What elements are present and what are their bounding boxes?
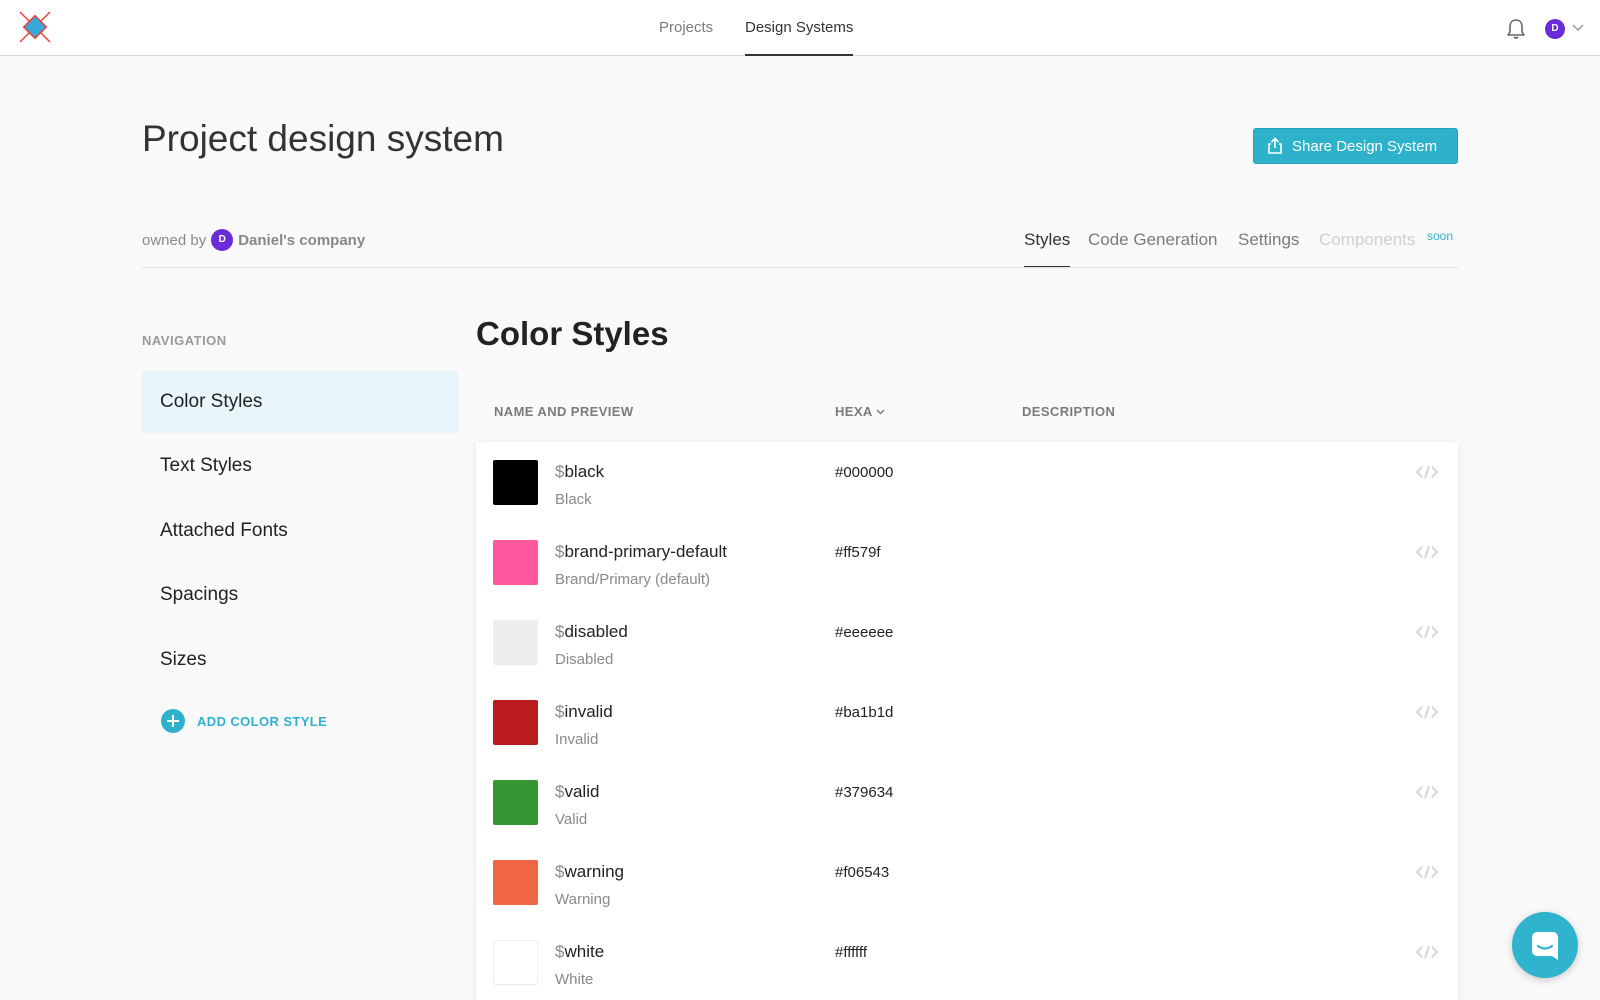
tab-code-generation[interactable]: Code Generation <box>1088 222 1217 268</box>
user-avatar[interactable]: D <box>1545 19 1565 39</box>
sidebar-item-color-styles[interactable]: Color Styles <box>142 371 458 433</box>
code-icon[interactable] <box>1416 944 1438 960</box>
column-header-name: NAME AND PREVIEW <box>494 404 634 419</box>
tab-components: Components <box>1319 230 1416 249</box>
color-swatch <box>493 860 538 905</box>
owner-name[interactable]: Daniel's company <box>238 232 365 249</box>
variable-name: $invalid <box>555 702 613 722</box>
color-swatch <box>493 540 538 585</box>
hex-value: #000000 <box>835 464 894 481</box>
style-display-name: Valid <box>555 811 588 828</box>
soon-badge: soon <box>1427 229 1454 243</box>
hex-value: #379634 <box>835 784 894 801</box>
table-row[interactable]: $disabled Disabled #eeeeee <box>476 602 1458 682</box>
hex-value: #ba1b1d <box>835 704 894 721</box>
sidebar-item-attached-fonts[interactable]: Attached Fonts <box>142 500 458 562</box>
style-display-name: Warning <box>555 891 611 908</box>
tab-design-systems[interactable]: Design Systems <box>745 0 854 56</box>
chat-launcher-button[interactable] <box>1512 912 1578 978</box>
style-display-name: White <box>555 971 594 988</box>
variable-name: $white <box>555 942 604 962</box>
code-icon[interactable] <box>1416 624 1438 640</box>
variable-name: $brand-primary-default <box>555 542 727 562</box>
variable-label: white <box>564 942 605 961</box>
sidebar-item-sizes[interactable]: Sizes <box>142 629 458 691</box>
top-bar: Projects Design Systems D <box>0 0 1600 56</box>
sidebar-item-text-styles[interactable]: Text Styles <box>142 435 458 497</box>
column-header-hexa-label: HEXA <box>835 404 873 419</box>
owned-by-label: owned by <box>142 231 207 249</box>
color-swatch <box>493 620 538 665</box>
table-row[interactable]: $valid Valid #379634 <box>476 762 1458 842</box>
style-display-name: Disabled <box>555 651 614 668</box>
add-color-style-label: ADD COLOR STYLE <box>197 713 328 729</box>
code-icon[interactable] <box>1416 784 1438 800</box>
code-icon[interactable] <box>1416 864 1438 880</box>
chat-icon <box>1532 932 1558 960</box>
sort-chevron-icon <box>876 409 885 414</box>
style-display-name: Invalid <box>555 731 599 748</box>
section-title: Color Styles <box>476 315 669 352</box>
variable-label: valid <box>564 782 600 801</box>
page-title: Project design system <box>142 118 504 159</box>
table-row[interactable]: $warning Warning #f06543 <box>476 842 1458 922</box>
share-design-system-button[interactable]: Share Design System <box>1253 128 1458 164</box>
table-row[interactable]: $white White #ffffff <box>476 922 1458 1000</box>
hex-value: #f06543 <box>835 864 890 881</box>
top-nav: Projects Design Systems <box>0 0 1600 56</box>
column-header-hexa[interactable]: HEXA <box>835 404 885 419</box>
column-header-description: DESCRIPTION <box>1022 404 1116 419</box>
table-row[interactable]: $brand-primary-default Brand/Primary (def… <box>476 522 1458 602</box>
variable-name: $warning <box>555 862 624 882</box>
tab-projects[interactable]: Projects <box>659 0 713 56</box>
variable-label: invalid <box>564 702 613 721</box>
table-row[interactable]: $invalid Invalid #ba1b1d <box>476 682 1458 762</box>
code-icon[interactable] <box>1416 544 1438 560</box>
tab-settings[interactable]: Settings <box>1238 222 1299 268</box>
code-icon[interactable] <box>1416 464 1438 480</box>
owner-info: owned by D Daniel's company <box>142 229 365 251</box>
plus-circle-icon <box>161 709 185 733</box>
header-divider <box>142 267 1458 268</box>
color-swatch <box>493 460 538 505</box>
hex-value: #eeeeee <box>835 624 894 641</box>
variable-name: $valid <box>555 782 599 802</box>
variable-name: $black <box>555 462 604 482</box>
color-styles-table: $black Black #000000 $brand-primary-default… <box>476 442 1458 1000</box>
share-button-label: Share Design System <box>1292 137 1438 155</box>
style-display-name: Brand/Primary (default) <box>555 571 711 588</box>
code-icon[interactable] <box>1416 704 1438 720</box>
variable-label: warning <box>564 862 625 881</box>
color-swatch <box>493 940 538 985</box>
hex-value: #ffffff <box>835 944 867 961</box>
chevron-down-icon[interactable] <box>1572 24 1584 32</box>
color-swatch <box>493 780 538 825</box>
hex-value: #ff579f <box>835 544 881 561</box>
variable-label: brand-primary-default <box>564 542 727 561</box>
navigation-heading: NAVIGATION <box>142 333 227 348</box>
variable-label: black <box>564 462 605 481</box>
owner-avatar: D <box>211 229 234 251</box>
share-icon <box>1268 137 1282 154</box>
add-color-style-button[interactable]: ADD COLOR STYLE <box>161 709 327 733</box>
sidebar-item-spacings[interactable]: Spacings <box>142 564 458 626</box>
color-swatch <box>493 700 538 745</box>
tab-styles[interactable]: Styles <box>1024 222 1071 268</box>
bell-icon[interactable] <box>1506 18 1526 40</box>
variable-label: disabled <box>564 622 628 641</box>
table-row[interactable]: $black Black #000000 <box>476 442 1458 522</box>
style-display-name: Black <box>555 491 592 508</box>
variable-name: $disabled <box>555 622 628 642</box>
